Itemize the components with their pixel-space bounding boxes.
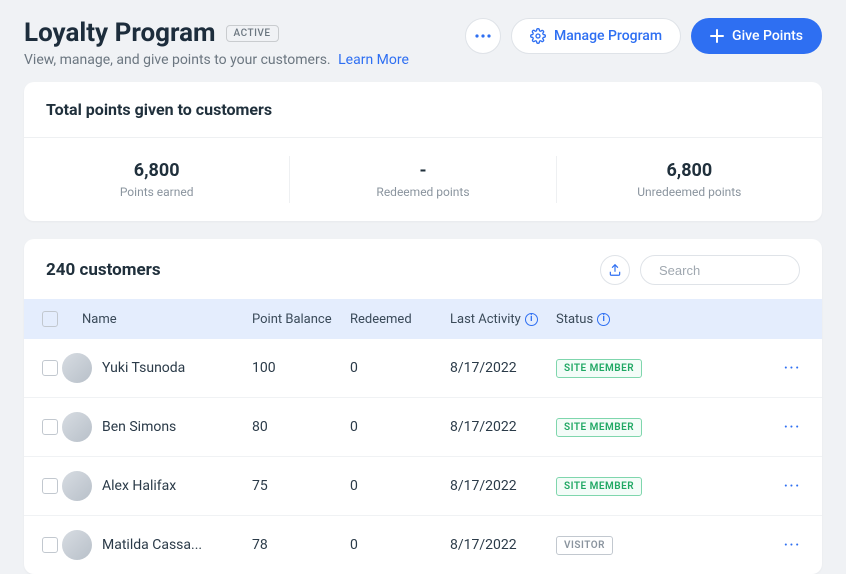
export-icon	[608, 263, 622, 277]
cell-balance: 75	[252, 478, 350, 494]
cell-last-activity: 8/17/2022	[450, 360, 556, 376]
avatar	[62, 471, 92, 501]
avatar	[62, 412, 92, 442]
status-badge: SITE MEMBER	[556, 359, 642, 378]
give-points-label: Give Points	[732, 28, 803, 44]
row-checkbox[interactable]	[42, 478, 58, 494]
cell-balance: 100	[252, 360, 350, 376]
cell-redeemed: 0	[350, 537, 450, 553]
stat-unredeemed-points: 6,800 Unredeemed points	[557, 156, 822, 203]
customer-name: Yuki Tsunoda	[102, 360, 185, 376]
select-all-checkbox[interactable]	[42, 311, 58, 327]
info-icon[interactable]: i	[525, 313, 538, 326]
col-status[interactable]: Status i	[556, 312, 706, 327]
stat-value: 6,800	[557, 160, 822, 181]
manage-program-button[interactable]: Manage Program	[511, 18, 681, 54]
avatar	[62, 353, 92, 383]
row-actions-button[interactable]: ···	[772, 535, 812, 556]
col-last-activity[interactable]: Last Activity i	[450, 312, 556, 327]
search-field-wrap[interactable]	[640, 255, 800, 285]
manage-program-label: Manage Program	[554, 28, 662, 44]
status-badge: ACTIVE	[226, 25, 279, 42]
totals-card-title: Total points given to customers	[24, 82, 822, 138]
row-actions-button[interactable]: ···	[772, 358, 812, 379]
cell-status: VISITOR	[556, 536, 706, 555]
stat-value: 6,800	[24, 160, 289, 181]
cell-balance: 80	[252, 419, 350, 435]
col-status-label: Status	[556, 312, 593, 327]
more-horizontal-icon	[475, 34, 491, 38]
cell-status: SITE MEMBER	[556, 359, 706, 378]
customers-count: 240 customers	[46, 260, 161, 280]
customer-name: Matilda Cassa...	[102, 537, 202, 553]
status-badge: VISITOR	[556, 536, 613, 555]
name-cell: Alex Halifax	[62, 471, 252, 501]
gear-icon	[530, 28, 546, 44]
info-icon[interactable]: i	[597, 313, 610, 326]
plus-icon	[710, 29, 724, 43]
avatar	[62, 530, 92, 560]
stat-label: Points earned	[24, 185, 289, 199]
stat-points-earned: 6,800 Points earned	[24, 156, 290, 203]
cell-status: SITE MEMBER	[556, 477, 706, 496]
row-checkbox[interactable]	[42, 360, 58, 376]
stat-redeemed-points: - Redeemed points	[290, 156, 556, 203]
more-actions-button[interactable]	[465, 18, 501, 54]
cell-redeemed: 0	[350, 478, 450, 494]
row-checkbox[interactable]	[42, 419, 58, 435]
stat-label: Unredeemed points	[557, 185, 822, 199]
customers-table: Name Point Balance Redeemed Last Activit…	[24, 299, 822, 574]
name-cell: Yuki Tsunoda	[62, 353, 252, 383]
cell-last-activity: 8/17/2022	[450, 419, 556, 435]
cell-redeemed: 0	[350, 419, 450, 435]
totals-card: Total points given to customers 6,800 Po…	[24, 82, 822, 221]
export-button[interactable]	[600, 255, 630, 285]
row-actions-button[interactable]: ···	[772, 417, 812, 438]
customer-name: Alex Halifax	[102, 478, 176, 494]
learn-more-link[interactable]: Learn More	[338, 52, 409, 68]
table-row[interactable]: Ben Simons 8008/17/2022SITE MEMBER ···	[24, 398, 822, 457]
cell-redeemed: 0	[350, 360, 450, 376]
table-row[interactable]: Matilda Cassa... 7808/17/2022VISITOR ···	[24, 516, 822, 574]
row-checkbox[interactable]	[42, 537, 58, 553]
cell-last-activity: 8/17/2022	[450, 537, 556, 553]
customers-card: 240 customers Name Point Balance Redeeme…	[24, 239, 822, 574]
customer-name: Ben Simons	[102, 419, 176, 435]
status-badge: SITE MEMBER	[556, 477, 642, 496]
cell-last-activity: 8/17/2022	[450, 478, 556, 494]
col-balance[interactable]: Point Balance	[252, 312, 350, 327]
table-row[interactable]: Alex Halifax 7508/17/2022SITE MEMBER ···	[24, 457, 822, 516]
table-row[interactable]: Yuki Tsunoda 10008/17/2022SITE MEMBER ···	[24, 339, 822, 398]
search-input[interactable]	[659, 263, 822, 278]
stat-value: -	[290, 160, 555, 181]
give-points-button[interactable]: Give Points	[691, 18, 822, 54]
cell-status: SITE MEMBER	[556, 418, 706, 437]
page-subtitle: View, manage, and give points to your cu…	[24, 52, 409, 68]
status-badge: SITE MEMBER	[556, 418, 642, 437]
page-title: Loyalty Program	[24, 18, 216, 48]
table-header: Name Point Balance Redeemed Last Activit…	[24, 299, 822, 339]
subtitle-text: View, manage, and give points to your cu…	[24, 52, 331, 68]
cell-balance: 78	[252, 537, 350, 553]
col-name[interactable]: Name	[82, 312, 252, 327]
row-actions-button[interactable]: ···	[772, 476, 812, 497]
name-cell: Matilda Cassa...	[62, 530, 252, 560]
stat-label: Redeemed points	[290, 185, 555, 199]
col-last-activity-label: Last Activity	[450, 312, 521, 327]
name-cell: Ben Simons	[62, 412, 252, 442]
col-redeemed[interactable]: Redeemed	[350, 312, 450, 327]
